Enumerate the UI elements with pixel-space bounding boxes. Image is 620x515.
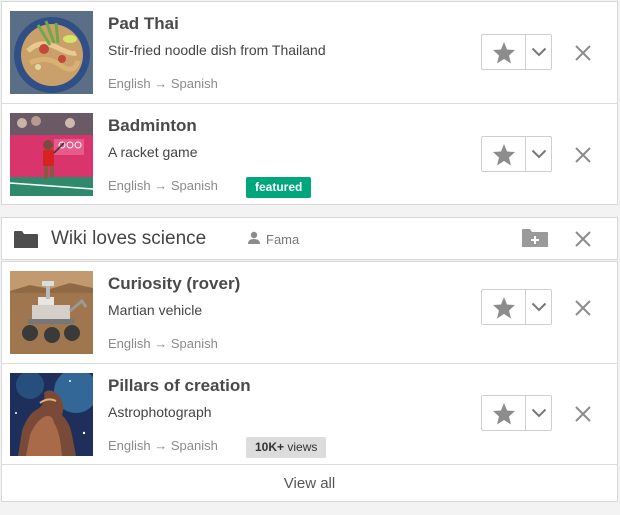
chevron-down-button[interactable] bbox=[526, 396, 551, 430]
star-button[interactable] bbox=[482, 290, 526, 324]
star-icon bbox=[492, 296, 515, 318]
badminton-photo[interactable] bbox=[10, 113, 93, 196]
suggestions-panel: Pad Thai Stir-fried noodle dish from Tha… bbox=[0, 0, 620, 515]
views-count: 10K+ bbox=[255, 440, 285, 454]
pad-thai-photo[interactable] bbox=[10, 11, 93, 94]
list-item[interactable]: Pad Thai Stir-fried noodle dish from Tha… bbox=[2, 2, 617, 103]
item-title[interactable]: Badminton bbox=[108, 116, 197, 136]
item-description: A racket game bbox=[108, 144, 198, 160]
item-description: Martian vehicle bbox=[108, 302, 203, 318]
item-description: Stir-fried noodle dish from Thailand bbox=[108, 42, 326, 58]
curiosity-rover-photo[interactable] bbox=[10, 271, 93, 354]
close-button[interactable] bbox=[573, 145, 593, 165]
views-badge: 10K+ views bbox=[246, 437, 327, 458]
item-languages: English → Spanish bbox=[108, 336, 218, 351]
star-dropdown bbox=[481, 395, 552, 431]
views-label: views bbox=[284, 440, 318, 454]
add-folder-icon bbox=[522, 229, 548, 247]
close-icon bbox=[575, 231, 591, 247]
featured-badge: featured bbox=[246, 177, 312, 198]
items-card-top: Pad Thai Stir-fried noodle dish from Tha… bbox=[1, 1, 618, 205]
close-button[interactable] bbox=[573, 43, 593, 63]
chevron-down-button[interactable] bbox=[526, 290, 551, 324]
collection-title[interactable]: Wiki loves science bbox=[51, 228, 206, 250]
chevron-down-icon bbox=[531, 149, 546, 159]
close-button[interactable] bbox=[573, 404, 593, 424]
item-title[interactable]: Curiosity (rover) bbox=[108, 274, 240, 294]
star-button[interactable] bbox=[482, 396, 526, 430]
item-languages: English → Spanish bbox=[108, 76, 218, 91]
collection-header[interactable]: Wiki loves science Fama bbox=[1, 217, 618, 260]
star-button[interactable] bbox=[482, 137, 526, 171]
item-title[interactable]: Pillars of creation bbox=[108, 376, 251, 396]
view-all-link[interactable]: View all bbox=[2, 464, 617, 501]
star-dropdown bbox=[481, 289, 552, 325]
star-icon bbox=[492, 143, 515, 165]
chevron-down-icon bbox=[531, 302, 546, 312]
nebula-photo[interactable] bbox=[10, 373, 93, 456]
collection-owner[interactable]: Fama bbox=[266, 232, 299, 247]
close-icon bbox=[575, 45, 591, 61]
list-item[interactable]: Pillars of creation Astrophotograph Engl… bbox=[2, 363, 617, 464]
close-button[interactable] bbox=[573, 229, 593, 249]
item-languages: English → Spanish bbox=[108, 438, 218, 453]
close-icon bbox=[575, 300, 591, 316]
list-item[interactable]: Curiosity (rover) Martian vehicle Englis… bbox=[2, 262, 617, 363]
chevron-down-icon bbox=[531, 408, 546, 418]
user-icon bbox=[247, 231, 261, 250]
close-button[interactable] bbox=[573, 298, 593, 318]
star-icon bbox=[492, 41, 515, 63]
star-icon bbox=[492, 402, 515, 424]
star-button[interactable] bbox=[482, 35, 526, 69]
close-icon bbox=[575, 406, 591, 422]
item-description: Astrophotograph bbox=[108, 404, 212, 420]
star-dropdown bbox=[481, 34, 552, 70]
close-icon bbox=[575, 147, 591, 163]
item-languages: English → Spanish bbox=[108, 178, 218, 193]
chevron-down-button[interactable] bbox=[526, 35, 551, 69]
list-item[interactable]: Badminton A racket game English → Spanis… bbox=[2, 103, 617, 204]
items-card-bottom: Curiosity (rover) Martian vehicle Englis… bbox=[1, 261, 618, 502]
chevron-down-button[interactable] bbox=[526, 137, 551, 171]
chevron-down-icon bbox=[531, 47, 546, 57]
folder-icon bbox=[13, 230, 39, 254]
star-dropdown bbox=[481, 136, 552, 172]
item-title[interactable]: Pad Thai bbox=[108, 14, 179, 34]
add-folder-button[interactable] bbox=[521, 228, 549, 253]
